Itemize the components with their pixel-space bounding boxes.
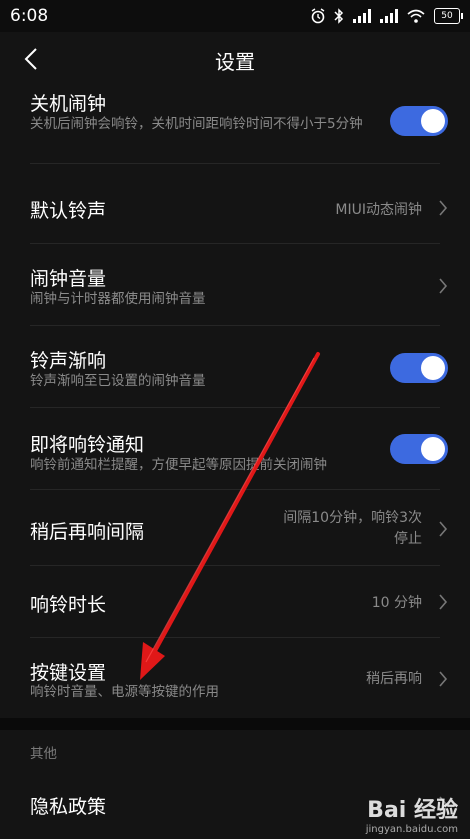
setting-label: 闹钟音量: [30, 268, 107, 290]
section-separator: [0, 718, 470, 730]
setting-row-poweroff-alarm[interactable]: 关机闹钟 关机后闹钟会响铃，关机时间距响铃时间不得小于5分钟: [0, 84, 470, 164]
signal-icon: [353, 9, 371, 23]
setting-row-ring-duration[interactable]: 响铃时长 10 分钟: [0, 566, 470, 638]
battery-icon: 50: [434, 8, 463, 24]
setting-row-default-ringtone[interactable]: 默认铃声 MIUI动态闹钟: [0, 164, 470, 244]
setting-description: 闹钟与计时器都使用闹钟音量: [30, 291, 206, 307]
section-header-other: 其他: [30, 746, 57, 762]
setting-row-gradual-ring[interactable]: 铃声渐响 铃声渐响至已设置的闹钟音量: [0, 326, 470, 408]
setting-label: 隐私政策: [30, 796, 107, 818]
setting-value-line1: 间隔10分钟，响铃3次: [283, 510, 422, 526]
app-header: 设置: [0, 32, 470, 84]
chevron-right-icon: [439, 671, 448, 687]
toggle-knob: [421, 437, 445, 461]
setting-row-snooze-interval[interactable]: 稍后再响间隔 间隔10分钟，响铃3次 停止: [0, 490, 470, 566]
status-time: 6:08: [10, 6, 49, 26]
setting-value-line2: 停止: [394, 531, 422, 547]
chevron-right-icon: [439, 200, 448, 216]
alarm-icon: [311, 8, 325, 24]
setting-description: 铃声渐响至已设置的闹钟音量: [30, 373, 206, 389]
setting-description: 响铃时音量、电源等按键的作用: [30, 684, 219, 700]
gradual-ring-toggle[interactable]: [390, 353, 448, 383]
poweroff-alarm-toggle[interactable]: [390, 106, 448, 136]
setting-label: 铃声渐响: [30, 350, 107, 372]
setting-description: 响铃前通知栏提醒，方便早起等原因提前关闭闹钟: [30, 457, 327, 473]
chevron-right-icon: [439, 521, 448, 537]
wifi-icon: [407, 9, 425, 23]
page-title: 设置: [215, 50, 255, 74]
setting-label: 即将响铃通知: [30, 434, 145, 456]
setting-description: 关机后闹钟会响铃，关机时间距响铃时间不得小于5分钟: [30, 116, 363, 132]
upcoming-notification-toggle[interactable]: [390, 434, 448, 464]
setting-row-key-settings[interactable]: 按键设置 响铃时音量、电源等按键的作用 稍后再响: [0, 638, 470, 718]
toggle-knob: [421, 109, 445, 133]
bluetooth-icon: [334, 8, 344, 24]
chevron-right-icon: [439, 278, 448, 294]
setting-label: 稍后再响间隔: [30, 521, 145, 543]
setting-row-upcoming-notification[interactable]: 即将响铃通知 响铃前通知栏提醒，方便早起等原因提前关闭闹钟: [0, 408, 470, 490]
signal-icon-2: [380, 9, 398, 23]
status-icons: 50: [311, 6, 463, 26]
setting-value: MIUI动态闹钟: [335, 202, 422, 218]
setting-label: 关机闹钟: [30, 93, 107, 115]
watermark-site: jingyan.baidu.com: [365, 824, 458, 835]
watermark-logo: Bai 经验: [367, 798, 458, 823]
setting-label: 默认铃声: [30, 200, 107, 222]
setting-label: 按键设置: [30, 662, 107, 684]
baidu-watermark: Bai 经验 jingyan.baidu.com: [366, 792, 458, 835]
chevron-right-icon: [439, 594, 448, 610]
toggle-knob: [421, 356, 445, 380]
setting-label: 响铃时长: [30, 594, 107, 616]
status-bar: 6:08 50: [0, 0, 470, 32]
setting-value: 稍后再响: [366, 671, 422, 687]
setting-row-alarm-volume[interactable]: 闹钟音量 闹钟与计时器都使用闹钟音量: [0, 244, 470, 326]
setting-value: 10 分钟: [371, 595, 422, 611]
